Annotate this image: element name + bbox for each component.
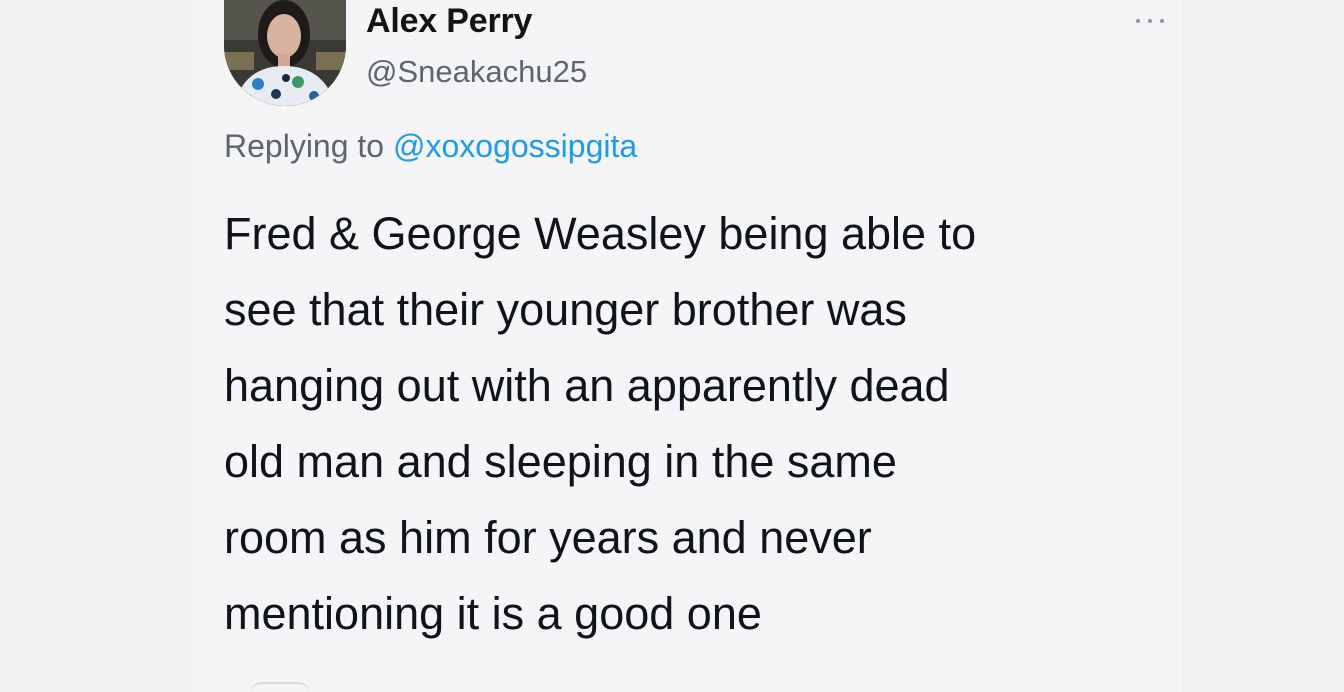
tweet-text-line: see that their younger brother was bbox=[224, 284, 907, 335]
replying-to: Replying to @xoxogossipgita bbox=[224, 128, 637, 165]
more-dots-icon[interactable] bbox=[1130, 10, 1174, 30]
dot bbox=[1160, 19, 1164, 23]
tweet-text-line: room as him for years and never bbox=[224, 512, 872, 563]
screenshot-frame: Alex Perry @Sneakachu25 Replying to @xox… bbox=[0, 0, 1344, 692]
tweet-text-line: mentioning it is a good one bbox=[224, 588, 762, 639]
tweet-text-line: hanging out with an apparently dead bbox=[224, 360, 950, 411]
replying-to-label: Replying to bbox=[224, 128, 385, 164]
tweet-text-line: Fred & George Weasley being able to bbox=[224, 208, 977, 259]
reply-mention-link[interactable]: @xoxogossipgita bbox=[393, 128, 637, 164]
author-handle[interactable]: @Sneakachu25 bbox=[366, 54, 587, 90]
author-name[interactable]: Alex Perry bbox=[366, 2, 532, 41]
dot bbox=[1136, 19, 1140, 23]
dot bbox=[1148, 19, 1152, 23]
tweet-text: Fred & George Weasley being able to see … bbox=[224, 196, 1184, 652]
cropped-element bbox=[250, 682, 310, 692]
tweet-text-line: old man and sleeping in the same bbox=[224, 436, 897, 487]
